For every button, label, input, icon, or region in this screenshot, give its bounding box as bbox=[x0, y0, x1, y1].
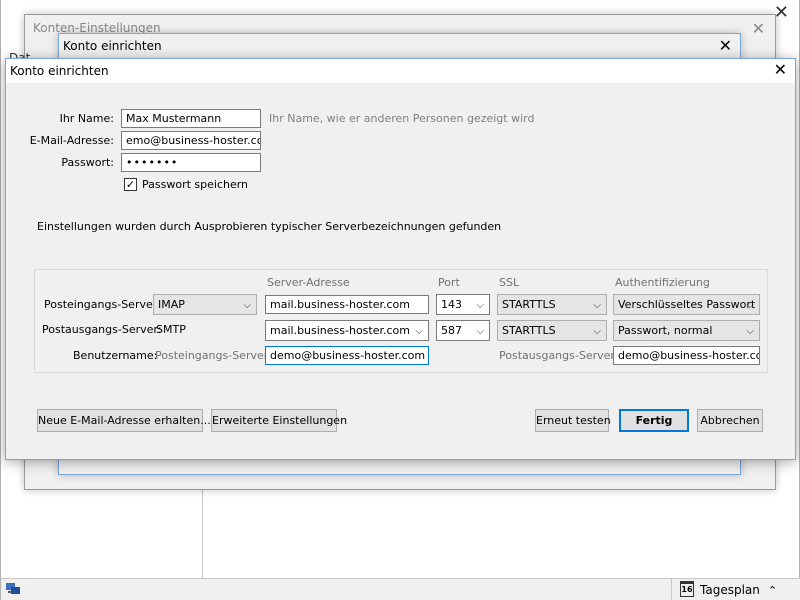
outgoing-server-select[interactable]: mail.business-hoster.com ⌵ bbox=[265, 320, 429, 341]
incoming-protocol-value: IMAP bbox=[158, 298, 185, 311]
incoming-port-value: 143 bbox=[441, 298, 462, 311]
outgoing-auth-value: Passwort, normal bbox=[618, 324, 713, 337]
calendar-icon: 16 bbox=[680, 581, 694, 597]
app-close-icon[interactable]: ✕ bbox=[774, 2, 789, 23]
password-label: Passwort: bbox=[61, 156, 114, 169]
status-bar: 16 Tagesplan ⌃ bbox=[1, 578, 800, 600]
account-setup-dialog: Konto einrichten ✕ Ihr Name: Max Musterm… bbox=[5, 58, 796, 460]
tagesplan-toggle[interactable]: 16 Tagesplan ⌃ bbox=[671, 579, 800, 600]
email-label: E-Mail-Adresse: bbox=[29, 134, 114, 147]
ssl-header: SSL bbox=[499, 276, 520, 289]
account-settings-close-icon[interactable]: ✕ bbox=[752, 19, 765, 38]
dialog-close-icon[interactable]: ✕ bbox=[774, 60, 787, 79]
chevron-down-icon: ⌵ bbox=[243, 300, 251, 311]
chevron-down-icon: ⌵ bbox=[593, 326, 601, 337]
detection-message: Einstellungen wurden durch Ausprobieren … bbox=[37, 220, 502, 233]
email-input[interactable]: emo@business-hoster.com bbox=[121, 131, 261, 150]
incoming-server-input[interactable]: mail.business-hoster.com bbox=[265, 295, 429, 314]
outgoing-server-value: mail.business-hoster.com bbox=[270, 324, 410, 337]
new-email-button[interactable]: Neue E-Mail-Adresse erhalten... bbox=[37, 409, 211, 432]
network-status-icon[interactable] bbox=[5, 582, 21, 596]
incoming-ssl-select[interactable]: STARTTLS ⌵ bbox=[497, 294, 607, 315]
chevron-up-icon: ⌃ bbox=[767, 583, 778, 597]
auth-header: Authentifizierung bbox=[615, 276, 710, 289]
username-label: Benutzername: bbox=[73, 349, 158, 362]
save-password-checkbox[interactable]: ✓ bbox=[124, 178, 137, 191]
incoming-ssl-value: STARTTLS bbox=[502, 298, 556, 311]
username-incoming-input[interactable]: demo@business-hoster.com bbox=[265, 346, 429, 365]
name-label: Ihr Name: bbox=[59, 112, 114, 125]
name-input[interactable]: Max Mustermann bbox=[121, 109, 261, 128]
username-incoming-label: Posteingangs-Server: bbox=[155, 349, 272, 362]
dialog-title: Konto einrichten bbox=[10, 64, 109, 78]
outgoing-port-value: 587 bbox=[441, 324, 462, 337]
incoming-auth-select[interactable]: Verschlüsseltes Passwort ⌵ bbox=[613, 294, 760, 315]
chevron-down-icon: ⌵ bbox=[415, 326, 423, 337]
tagesplan-label: Tagesplan bbox=[700, 583, 760, 597]
outgoing-server-label: Postausgangs-Server: bbox=[42, 323, 162, 336]
incoming-auth-value: Verschlüsseltes Passwort bbox=[618, 298, 756, 311]
chevron-down-icon: ⌵ bbox=[593, 300, 601, 311]
chevron-down-icon: ⌵ bbox=[476, 326, 484, 337]
password-input[interactable]: ••••••• bbox=[121, 153, 261, 172]
outgoing-auth-select[interactable]: Passwort, normal ⌵ bbox=[613, 320, 760, 341]
server-address-header: Server-Adresse bbox=[267, 276, 350, 289]
incoming-server-label: Posteingangs-Server: bbox=[44, 298, 161, 311]
dialog-titlebar: Konto einrichten ✕ bbox=[6, 59, 795, 83]
incoming-protocol-select[interactable]: IMAP ⌵ bbox=[153, 294, 257, 315]
chevron-down-icon: ⌵ bbox=[476, 300, 484, 311]
account-setup-behind-close-icon[interactable]: ✕ bbox=[719, 36, 732, 55]
cancel-button[interactable]: Abbrechen bbox=[697, 409, 763, 432]
name-hint: Ihr Name, wie er anderen Personen gezeig… bbox=[269, 112, 535, 125]
done-button[interactable]: Fertig bbox=[619, 409, 689, 432]
chevron-down-icon: ⌵ bbox=[746, 300, 754, 311]
chevron-down-icon: ⌵ bbox=[746, 326, 754, 337]
outgoing-ssl-value: STARTTLS bbox=[502, 324, 556, 337]
outgoing-port-select[interactable]: 587 ⌵ bbox=[436, 320, 490, 341]
account-setup-behind-title: Konto einrichten bbox=[63, 39, 162, 53]
outgoing-ssl-select[interactable]: STARTTLS ⌵ bbox=[497, 320, 607, 341]
username-outgoing-label: Postausgangs-Server: bbox=[499, 349, 619, 362]
username-outgoing-input[interactable]: demo@business-hoster.com bbox=[613, 346, 760, 365]
retest-button[interactable]: Erneut testen bbox=[535, 409, 611, 432]
advanced-settings-button[interactable]: Erweiterte Einstellungen bbox=[211, 409, 347, 432]
save-password-label[interactable]: Passwort speichern bbox=[142, 178, 248, 191]
outgoing-protocol: SMTP bbox=[156, 323, 186, 336]
incoming-port-select[interactable]: 143 ⌵ bbox=[436, 294, 490, 315]
port-header: Port bbox=[438, 276, 460, 289]
